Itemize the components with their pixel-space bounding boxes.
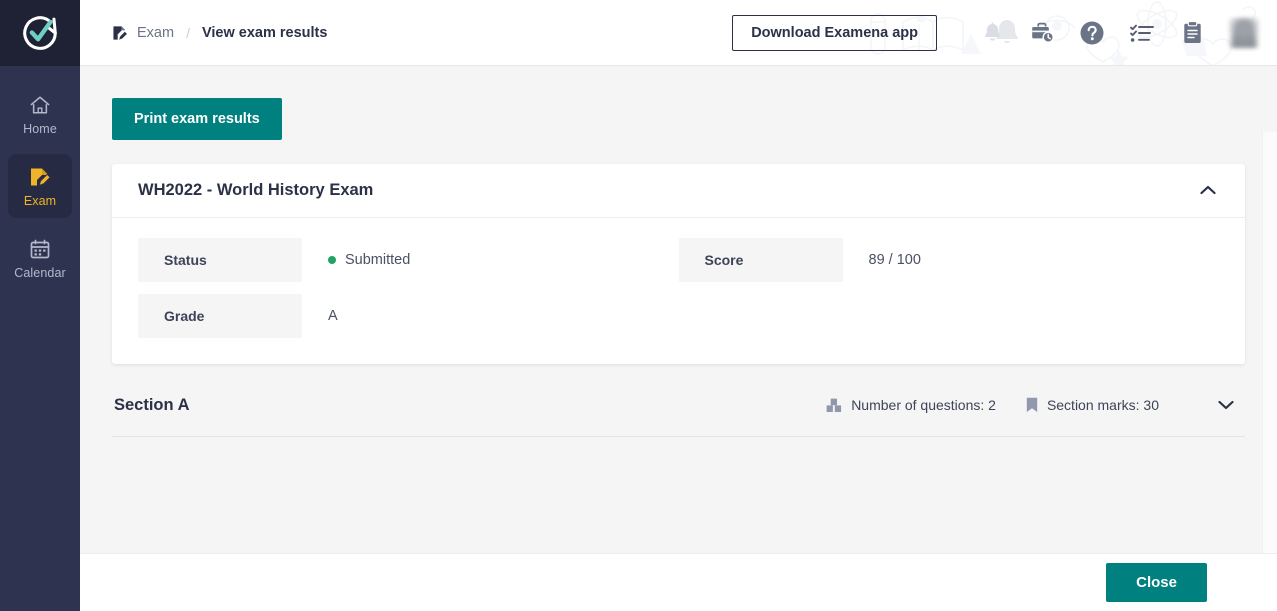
- download-app-button[interactable]: Download Examena app: [732, 15, 937, 51]
- bookmark-icon: [1026, 397, 1038, 413]
- sidebar-item-calendar[interactable]: Calendar: [8, 226, 72, 290]
- section-questions-meta: Number of questions: 2: [826, 397, 996, 413]
- chevron-down-icon: [1218, 398, 1234, 413]
- sidebar-item-label-calendar: Calendar: [14, 266, 66, 280]
- app-logo[interactable]: [0, 0, 80, 66]
- exam-result-card: WH2022 - World History Exam Status: [112, 164, 1245, 364]
- print-exam-results-button[interactable]: Print exam results: [112, 98, 282, 140]
- sidebar-nav: Home Exam: [0, 66, 80, 290]
- status-text: Submitted: [345, 252, 410, 268]
- content-scrollbar[interactable]: [1262, 132, 1277, 553]
- exam-pencil-icon: [112, 25, 129, 41]
- topbar-actions: Download Examena app: [732, 15, 1277, 51]
- section-row[interactable]: Section A Number of: [112, 390, 1245, 437]
- clipboard-icon[interactable]: [1175, 16, 1209, 50]
- detail-value-empty: [843, 294, 1220, 338]
- breadcrumb-link-exam[interactable]: Exam: [137, 25, 174, 41]
- footer-bar: Close: [80, 553, 1277, 611]
- exam-card-collapse-button[interactable]: [1193, 176, 1223, 206]
- breadcrumb: Exam / View exam results: [80, 25, 327, 41]
- close-button[interactable]: Close: [1106, 563, 1207, 602]
- exam-section-a: Section A Number of: [112, 390, 1245, 437]
- bell-icon[interactable]: [975, 16, 1009, 50]
- checklist-icon[interactable]: [1125, 16, 1159, 50]
- breadcrumb-separator: /: [186, 25, 190, 41]
- content-area: Print exam results WH2022 - World Histor…: [80, 66, 1277, 553]
- main-column: Exam / View exam results Download Examen…: [80, 0, 1277, 611]
- app-root: Home Exam: [0, 0, 1277, 611]
- briefcase-clock-icon[interactable]: [1025, 16, 1059, 50]
- section-questions-text: Number of questions: 2: [851, 397, 996, 413]
- blocks-icon: [826, 398, 842, 413]
- exam-detail-grid: Status Submitted Score 89 / 100 Grade A: [138, 238, 1219, 338]
- exam-pencil-icon: [28, 166, 52, 188]
- content-inner: Print exam results WH2022 - World Histor…: [112, 98, 1245, 437]
- sidebar-item-exam[interactable]: Exam: [8, 154, 72, 218]
- status-dot-icon: [328, 256, 336, 264]
- detail-label-empty: [679, 294, 843, 338]
- help-circle-icon[interactable]: [1075, 16, 1109, 50]
- calendar-icon: [30, 238, 50, 260]
- section-expand-button[interactable]: [1211, 390, 1241, 420]
- section-marks-text: Section marks: 30: [1047, 397, 1159, 413]
- sidebar-item-label-exam: Exam: [24, 194, 56, 208]
- chevron-up-icon: [1200, 183, 1216, 198]
- sidebar-item-home[interactable]: Home: [8, 82, 72, 146]
- detail-value-score: 89 / 100: [843, 238, 1220, 282]
- detail-value-status: Submitted: [302, 238, 679, 282]
- exam-title: WH2022 - World History Exam: [138, 181, 373, 200]
- avatar[interactable]: [1229, 18, 1259, 48]
- breadcrumb-current: View exam results: [202, 25, 327, 41]
- examena-check-logo: [19, 12, 61, 54]
- home-icon: [29, 94, 51, 116]
- section-meta: Number of questions: 2 Section marks: 30: [826, 390, 1241, 420]
- section-name: Section A: [114, 396, 189, 415]
- detail-label-score: Score: [679, 238, 843, 282]
- topbar: Exam / View exam results Download Examen…: [80, 0, 1277, 66]
- sidebar: Home Exam: [0, 0, 80, 611]
- sidebar-item-label-home: Home: [23, 122, 57, 136]
- exam-card-header[interactable]: WH2022 - World History Exam: [112, 164, 1245, 218]
- exam-card-body: Status Submitted Score 89 / 100 Grade A: [112, 218, 1245, 364]
- detail-value-grade: A: [302, 294, 679, 338]
- section-marks-meta: Section marks: 30: [1026, 397, 1159, 413]
- detail-label-status: Status: [138, 238, 302, 282]
- detail-label-grade: Grade: [138, 294, 302, 338]
